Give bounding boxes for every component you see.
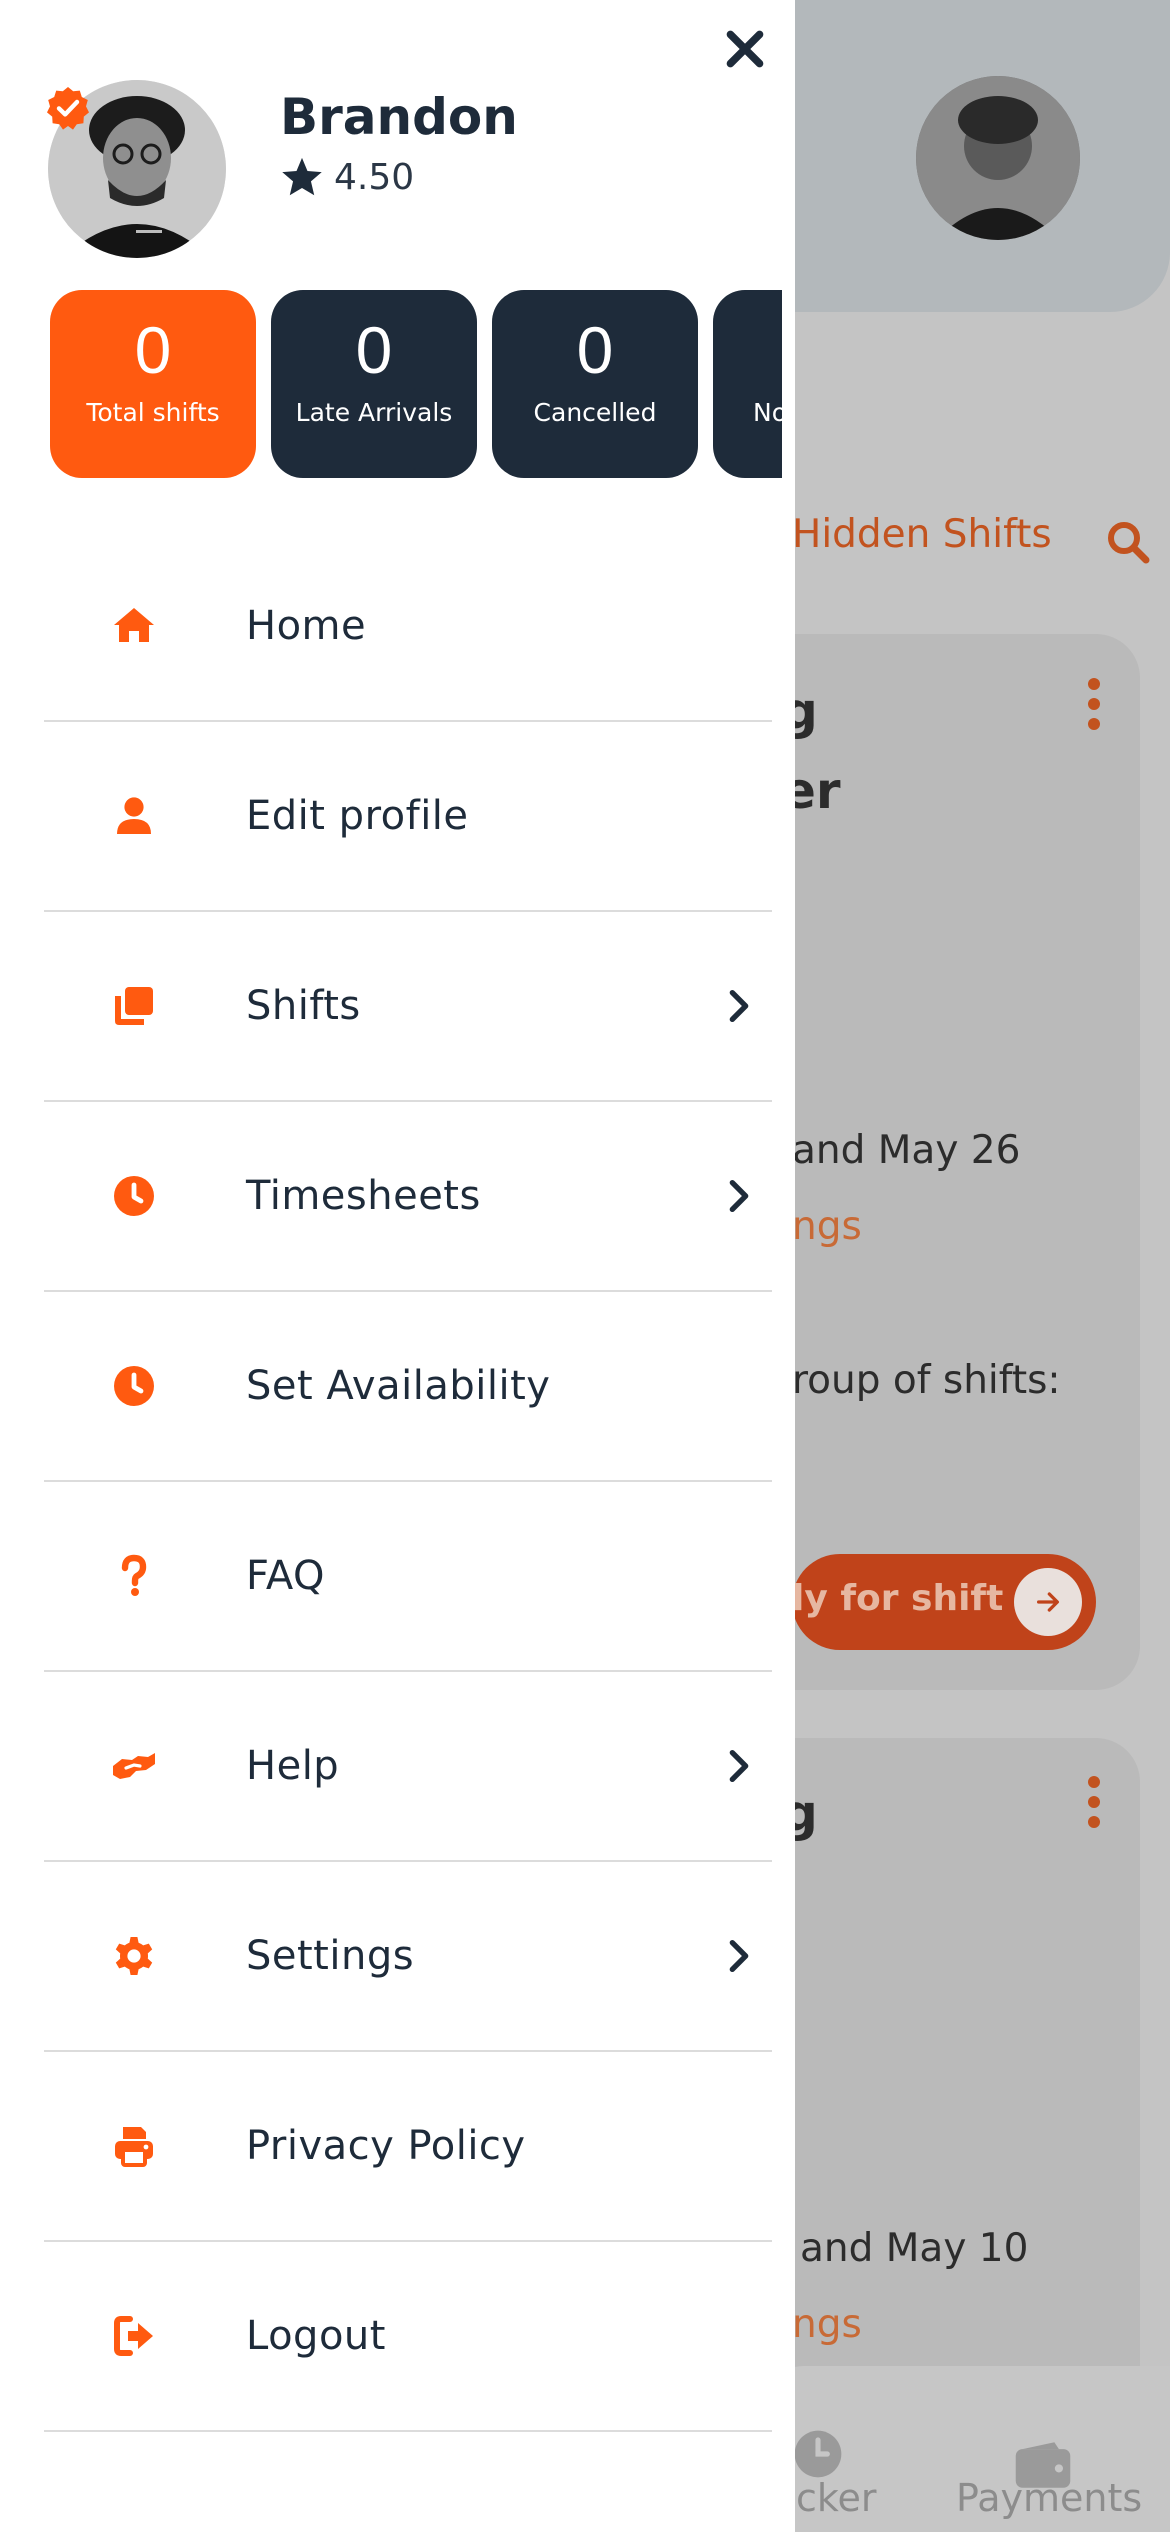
bg-arrow-right-icon — [1014, 1568, 1082, 1636]
menu-label: Edit profile — [246, 793, 469, 839]
bg-card2-date: and May 10 — [800, 2226, 1029, 2271]
copy-icon — [115, 987, 153, 1025]
bg-card1-link: ngs — [792, 1204, 862, 1249]
bg-filter-row: Hidden Shifts — [792, 512, 1170, 572]
chevron-right-icon — [729, 1750, 749, 1782]
rating-value: 4.50 — [334, 156, 415, 198]
profile-name: Brandon — [280, 88, 518, 146]
menu-label: Set Availability — [246, 1363, 551, 1409]
star-icon — [282, 157, 322, 196]
bg-apply-button: ly for shift — [792, 1554, 1096, 1650]
stats-row: 0 Total shifts 0 Late Arrivals 0 Cancell… — [50, 290, 782, 480]
menu-item-privacy-policy[interactable]: Privacy Policy — [44, 2052, 772, 2242]
stat-cancelled[interactable]: 0 Cancelled — [492, 290, 698, 478]
stat-value: 0 — [576, 313, 614, 387]
menu-item-home[interactable]: Home — [44, 532, 772, 722]
menu-item-help[interactable]: Help — [44, 1672, 772, 1862]
menu-item-set-availability[interactable]: Set Availability — [44, 1292, 772, 1482]
handshake-icon — [113, 1753, 155, 1779]
gear-icon — [115, 1937, 153, 1975]
bg-clock-icon — [794, 2430, 842, 2478]
bg-tab-tracker: cker — [796, 2476, 877, 2520]
menu-item-logout[interactable]: Logout — [44, 2242, 772, 2432]
menu-label: Settings — [246, 1933, 415, 1979]
printer-icon — [115, 2127, 153, 2167]
home-icon — [114, 608, 154, 642]
question-icon — [121, 1554, 147, 1596]
stat-label: Total shifts — [86, 398, 220, 427]
menu-label: Privacy Policy — [246, 2123, 526, 2169]
profile-rating: 4.50 — [280, 156, 414, 198]
bg-tab-bar: cker Payments — [760, 2366, 1170, 2532]
stat-late-arrivals[interactable]: 0 Late Arrivals — [271, 290, 477, 478]
bg-avatar — [916, 76, 1080, 240]
chevron-right-icon — [729, 990, 749, 1022]
menu-item-faq[interactable]: FAQ — [44, 1482, 772, 1672]
bg-card2-more-icon — [1088, 1776, 1100, 1836]
stat-value: 0 — [355, 313, 393, 387]
stat-partial[interactable]: No — [713, 290, 782, 478]
stat-total-shifts[interactable]: 0 Total shifts — [50, 290, 256, 478]
menu-item-settings[interactable]: Settings — [44, 1862, 772, 2052]
bg-card1-date: and May 26 — [792, 1128, 1021, 1173]
menu-label: Logout — [246, 2313, 386, 2359]
clock-icon — [114, 1176, 154, 1216]
menu-label: Shifts — [246, 983, 361, 1029]
clock-icon — [114, 1366, 154, 1406]
bg-search-icon — [1108, 522, 1150, 564]
menu-item-shifts[interactable]: Shifts — [44, 912, 772, 1102]
verified-badge-icon — [47, 87, 89, 130]
close-icon[interactable] — [720, 24, 770, 74]
chevron-right-icon — [729, 1180, 749, 1212]
stat-label: Late Arrivals — [295, 398, 453, 427]
navigation-drawer: Brandon 4.50 0 Total shifts 0 Late Arriv… — [0, 0, 795, 2532]
menu-item-timesheets[interactable]: Timesheets — [44, 1102, 772, 1292]
menu-label: Timesheets — [246, 1173, 481, 1219]
stat-value: 0 — [134, 313, 172, 387]
menu-label: Help — [246, 1743, 340, 1789]
bg-card1-group: roup of shifts: — [792, 1358, 1061, 1403]
bg-hidden-shifts-link: Hidden Shifts — [792, 512, 1052, 557]
bg-tab-payments: Payments — [956, 2476, 1143, 2520]
menu-label: FAQ — [246, 1553, 325, 1599]
user-icon — [117, 797, 151, 834]
stat-label: No — [753, 398, 782, 427]
stat-label: Cancelled — [533, 398, 657, 427]
drawer-menu: Home Edit profile Shifts Timesheets Set … — [44, 532, 772, 2432]
chevron-right-icon — [729, 1940, 749, 1972]
logout-icon — [114, 2316, 153, 2356]
menu-item-edit-profile[interactable]: Edit profile — [44, 722, 772, 912]
bg-card2-link: ngs — [792, 2302, 862, 2347]
menu-label: Home — [246, 603, 367, 649]
bg-card1-more-icon — [1088, 678, 1100, 738]
